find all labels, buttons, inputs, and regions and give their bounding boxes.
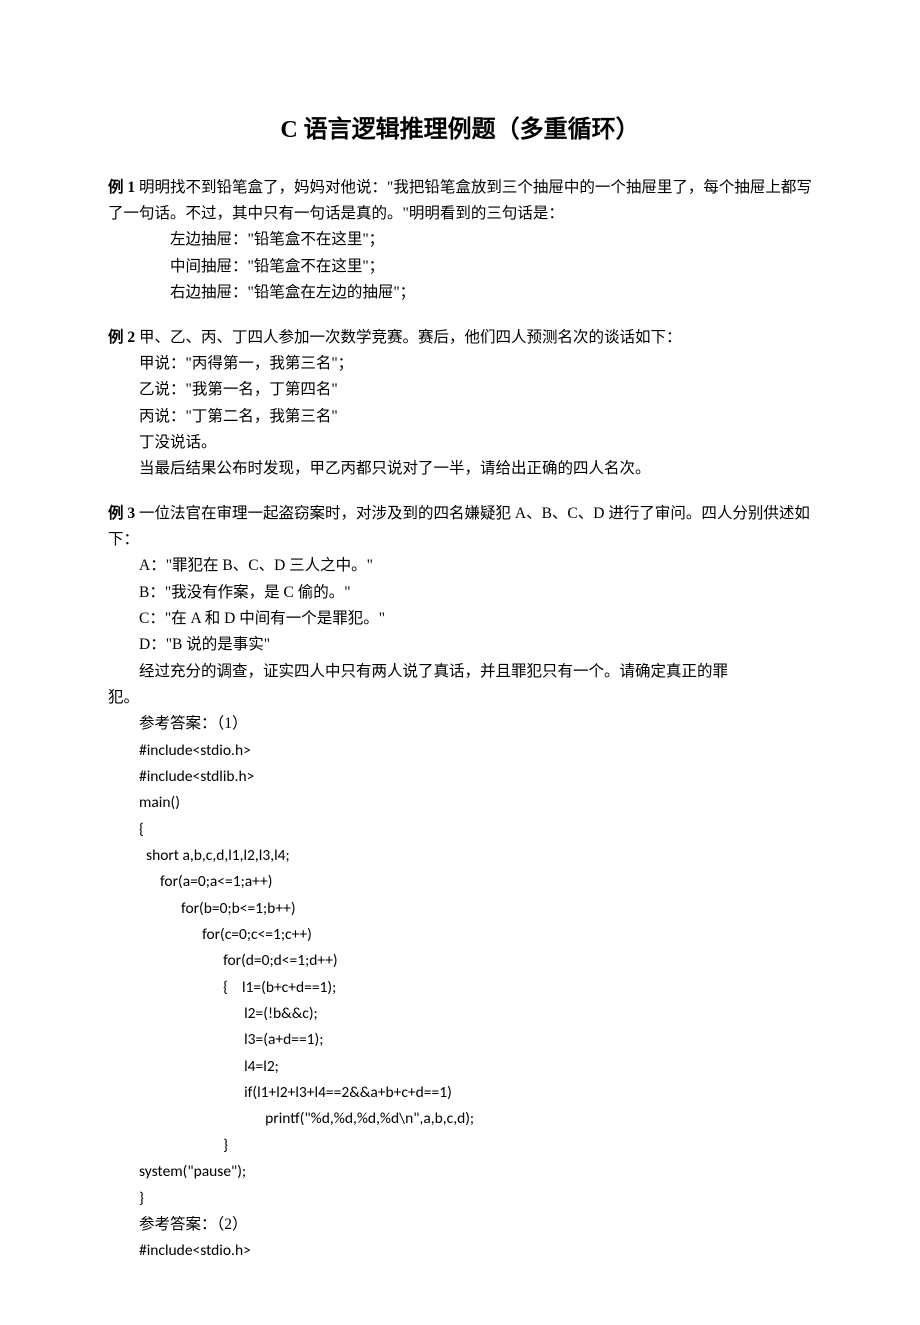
ans1-c2: #include<stdlib.h> [108,764,812,790]
ans1-c16: } [108,1133,812,1159]
example-3: 例 3 一位法官在审理一起盗窃案时，对涉及到的四名嫌疑犯 A、B、C、D 进行了… [108,501,812,712]
ans1-c3: main() [108,790,812,816]
ex2-label: 例 2 [108,329,135,346]
ex1-line3: 右边抽屉："铅笔盒在左边的抽屉"； [108,280,812,306]
ans1-c18: } [108,1186,812,1212]
ex2-line1: 甲说："丙得第一，我第三名"； [108,351,812,377]
ans1-c11: l2=(!b&&c); [108,1001,812,1027]
ans1-c17: system("pause"); [108,1159,812,1185]
ex2-intro-text: 甲、乙、丙、丁四人参加一次数学竞赛。赛后，他们四人预测名次的谈话如下： [135,329,681,346]
ex3-line5b: 犯。 [108,685,812,711]
ex1-intro-text: 明明找不到铅笔盒了，妈妈对他说："我把铅笔盒放到三个抽屉中的一个抽屉里了，每个抽… [108,179,812,222]
ex1-line1: 左边抽屉："铅笔盒不在这里"； [108,227,812,253]
ans1-c14: if(l1+l2+l3+l4==2&&a+b+c+d==1) [108,1080,812,1106]
ans1-c6: for(a=0;a<=1;a++) [108,869,812,895]
ex1-line2: 中间抽屉："铅笔盒不在这里"； [108,254,812,280]
ans2-c1: #include<stdio.h> [108,1238,812,1264]
ex1-intro: 例 1 明明找不到铅笔盒了，妈妈对他说："我把铅笔盒放到三个抽屉中的一个抽屉里了… [108,175,812,228]
ex3-intro: 例 3 一位法官在审理一起盗窃案时，对涉及到的四名嫌疑犯 A、B、C、D 进行了… [108,501,812,554]
ex2-line2: 乙说："我第一名，丁第四名" [108,377,812,403]
ans1-c8: for(c=0;c<=1;c++) [108,922,812,948]
ans1-c1: #include<stdio.h> [108,738,812,764]
ex2-line3: 丙说："丁第二名，我第三名" [108,404,812,430]
ans1-c12: l3=(a+d==1); [108,1027,812,1053]
ans1-c5: short a,b,c,d,l1,l2,l3,l4; [108,843,812,869]
ex1-label: 例 1 [108,179,135,196]
ans1-c10: { l1=(b+c+d==1); [108,975,812,1001]
ans1-c7: for(b=0;b<=1;b++) [108,896,812,922]
ans1-c9: for(d=0;d<=1;d++) [108,948,812,974]
answer-1: 参考答案：（1） #include<stdio.h> #include<stdl… [108,711,812,1212]
ans1-label: 参考答案：（1） [108,711,812,737]
ex3-line5a: 经过充分的调查，证实四人中只有两人说了真话，并且罪犯只有一个。请确定真正的罪 [108,659,812,685]
ans1-c13: l4=l2; [108,1054,812,1080]
ans1-c4: { [108,817,812,843]
answer-2: 参考答案：（2） #include<stdio.h> [108,1212,812,1265]
example-2: 例 2 甲、乙、丙、丁四人参加一次数学竞赛。赛后，他们四人预测名次的谈话如下： … [108,325,812,483]
example-1: 例 1 明明找不到铅笔盒了，妈妈对他说："我把铅笔盒放到三个抽屉中的一个抽屉里了… [108,175,812,307]
ex3-label: 例 3 [108,505,135,522]
ex3-intro-text: 一位法官在审理一起盗窃案时，对涉及到的四名嫌疑犯 A、B、C、D 进行了审问。四… [108,505,810,548]
ex2-intro: 例 2 甲、乙、丙、丁四人参加一次数学竞赛。赛后，他们四人预测名次的谈话如下： [108,325,812,351]
ex3-line3: C："在 A 和 D 中间有一个是罪犯。" [108,606,812,632]
ex3-line2: B："我没有作案，是 C 偷的。" [108,580,812,606]
ex2-line5: 当最后结果公布时发现，甲乙丙都只说对了一半，请给出正确的四人名次。 [108,456,812,482]
ans1-c15: printf("%d,%d,%d,%d\n",a,b,c,d); [108,1106,812,1132]
document-page: C 语言逻辑推理例题（多重循环） 例 1 明明找不到铅笔盒了，妈妈对他说："我把… [0,0,920,1325]
ans2-label: 参考答案：（2） [108,1212,812,1238]
ex3-line1: A："罪犯在 B、C、D 三人之中。" [108,553,812,579]
page-title: C 语言逻辑推理例题（多重循环） [108,110,812,151]
ex2-line4: 丁没说话。 [108,430,812,456]
ex3-line4: D："B 说的是事实" [108,632,812,658]
